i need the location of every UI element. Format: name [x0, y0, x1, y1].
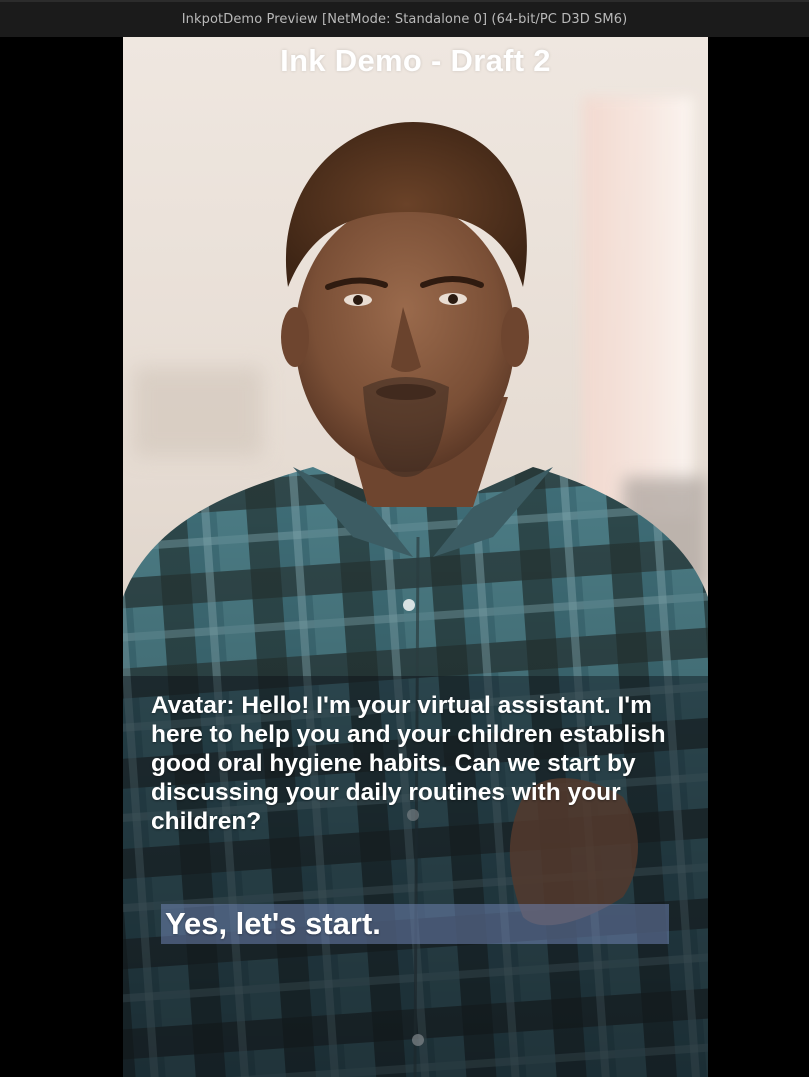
choice-button-yes[interactable]: Yes, let's start. [161, 904, 669, 944]
letterbox-left [0, 37, 123, 1077]
choice-label: Yes, let's start. [165, 906, 381, 941]
dialogue-text: Avatar: Hello! I'm your virtual assistan… [151, 692, 666, 835]
game-title: Ink Demo - Draft 2 [280, 43, 551, 78]
window-titlebar: InkpotDemo Preview [NetMode: Standalone … [0, 0, 809, 37]
letterbox-right [708, 37, 809, 1077]
game-viewport[interactable]: Ink Demo - Draft 2 Avatar: Hello! I'm yo… [123, 37, 708, 1077]
window-title: InkpotDemo Preview [NetMode: Standalone … [181, 12, 628, 27]
